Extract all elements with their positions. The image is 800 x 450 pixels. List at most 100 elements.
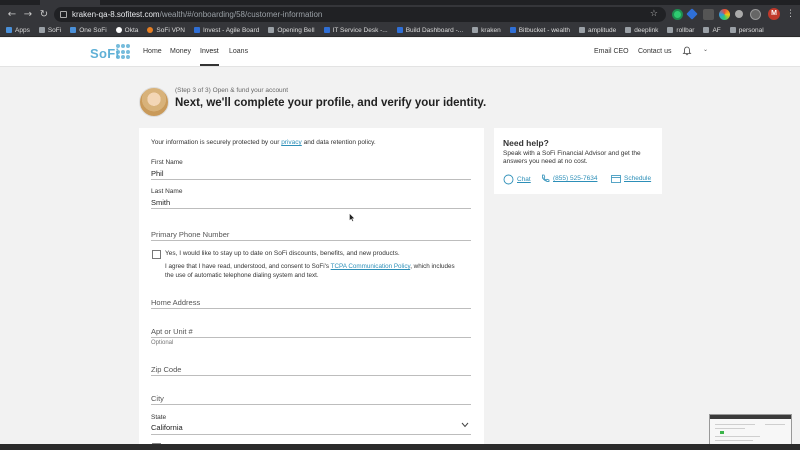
bookmark-opening-bell[interactable]: Opening Bell: [268, 27, 315, 34]
contact-us-link[interactable]: Contact us: [638, 48, 671, 55]
tcpa-policy-link[interactable]: TCPA Communication Policy: [331, 263, 411, 270]
lock-icon: [60, 11, 67, 18]
bookmark-one-sofi[interactable]: One SoFi: [70, 27, 107, 34]
sofi-logo-mark: [116, 44, 132, 60]
bookmark-deeplink[interactable]: deeplink: [625, 27, 658, 34]
bookmark-af[interactable]: AF: [703, 27, 721, 34]
forward-icon[interactable]: →: [20, 9, 36, 20]
bookmark-agile-board[interactable]: Invest - Agile Board: [193, 27, 259, 34]
schedule-link[interactable]: Schedule: [611, 174, 651, 183]
security-notice: Your information is securely protected b…: [151, 139, 376, 146]
zip-code-underline: [151, 375, 471, 376]
mouse-cursor-icon: [349, 213, 355, 222]
nav-invest[interactable]: Invest: [200, 48, 219, 55]
last-name-field[interactable]: Smith: [151, 198, 170, 207]
bookmark-sofi[interactable]: SoFi: [38, 27, 61, 34]
extension-gear-icon[interactable]: [735, 10, 743, 18]
bookmark-kraken[interactable]: kraken: [472, 27, 501, 34]
folder-icon: [729, 27, 736, 33]
folder-icon: [472, 27, 479, 33]
state-underline: [151, 434, 471, 435]
bookmark-apps[interactable]: Apps: [6, 27, 30, 34]
menu-icon[interactable]: ⋮: [786, 9, 795, 19]
extension-color-icon[interactable]: [719, 9, 730, 20]
jira-icon: [193, 27, 200, 33]
apt-unit-underline: [151, 337, 471, 338]
bookmark-bitbucket[interactable]: Bitbucket - wealth: [509, 27, 570, 34]
privacy-link[interactable]: privacy: [281, 139, 302, 146]
bookmarks-bar: Apps SoFi One SoFi Okta SoFi VPN Invest …: [0, 24, 800, 37]
jira-icon: [396, 27, 403, 33]
tcpa-consent-text: I agree that I have read, understood, an…: [165, 263, 455, 279]
bookmark-it-service-desk[interactable]: IT Service Desk -...: [323, 27, 388, 34]
phone-link[interactable]: (855) 525-7634: [541, 174, 597, 183]
customer-information-form: Your information is securely protected b…: [139, 128, 484, 450]
bookmark-personal[interactable]: personal: [729, 27, 764, 34]
extension-dark-icon[interactable]: [703, 9, 714, 20]
apps-grid-icon: [6, 27, 12, 33]
okta-icon: [115, 27, 122, 33]
help-description: Speak with a SoFi Financial Advisor and …: [503, 150, 641, 166]
phone-icon: [542, 174, 550, 182]
browser-toolbar: ← → ↻ kraken-qa-8.sofitest.com/wealth/#/…: [0, 5, 800, 24]
city-field[interactable]: City: [151, 394, 164, 403]
first-name-field[interactable]: Phil: [151, 169, 164, 178]
marketing-opt-in-checkbox[interactable]: [152, 250, 161, 259]
extension-green-icon[interactable]: [672, 9, 683, 20]
city-underline: [151, 404, 471, 405]
address-bar[interactable]: kraken-qa-8.sofitest.com/wealth/#/onboar…: [54, 7, 666, 22]
bookmark-okta[interactable]: Okta: [115, 27, 138, 34]
reload-icon[interactable]: ↻: [36, 9, 52, 20]
bookmark-icon: [70, 27, 77, 33]
phone-field[interactable]: Primary Phone Number: [151, 230, 229, 239]
folder-icon: [625, 27, 632, 33]
last-name-underline: [151, 208, 471, 209]
back-icon[interactable]: ←: [4, 9, 20, 20]
folder-icon: [703, 27, 710, 33]
help-title: Need help?: [503, 138, 549, 148]
taskbar: [0, 444, 800, 450]
first-name-label: First Name: [151, 159, 183, 166]
step-label: (Step 3 of 3) Open & fund your account: [175, 87, 289, 94]
site-header: SoFi Home Money Invest Loans Email CEO C…: [0, 38, 800, 67]
first-name-underline: [151, 179, 471, 180]
bookmark-sofi-vpn[interactable]: SoFi VPN: [147, 27, 185, 34]
extension-info-icon[interactable]: [750, 9, 761, 20]
bookmark-build-dashboard[interactable]: Build Dashboard -...: [396, 27, 463, 34]
nav-home[interactable]: Home: [143, 48, 162, 55]
home-address-underline: [151, 308, 471, 309]
chat-button[interactable]: Chat: [503, 174, 531, 185]
calendar-icon: [611, 175, 621, 183]
marketing-opt-in-label: Yes, I would like to stay up to date on …: [165, 250, 400, 257]
vpn-icon: [147, 27, 154, 33]
nav-loans[interactable]: Loans: [229, 48, 248, 55]
folder-icon: [268, 27, 275, 33]
phone-underline: [151, 240, 471, 241]
account-chevron-down-icon[interactable]: ⌄: [703, 46, 708, 53]
sofi-logo[interactable]: SoFi: [90, 46, 119, 61]
state-label: State: [151, 414, 167, 421]
bookmark-star-icon[interactable]: ☆: [650, 9, 658, 19]
apt-unit-optional-hint: Optional: [151, 340, 174, 346]
page-title: Next, we'll complete your profile, and v…: [175, 97, 487, 109]
state-select[interactable]: California: [151, 423, 183, 432]
url-path: /wealth/#/onboarding/58/customer-informa…: [159, 10, 323, 19]
home-address-field[interactable]: Home Address: [151, 298, 200, 307]
last-name-label: Last Name: [151, 188, 183, 195]
bookmark-amplitude[interactable]: amplitude: [579, 27, 616, 34]
profile-avatar[interactable]: M: [768, 8, 780, 20]
state-chevron-down-icon[interactable]: [461, 422, 469, 428]
notification-bell-icon[interactable]: [682, 46, 692, 56]
bookmark-rollbar[interactable]: rollbar: [667, 27, 694, 34]
bitbucket-icon: [509, 27, 516, 33]
jira-icon: [323, 27, 330, 33]
email-ceo-link[interactable]: Email CEO: [594, 48, 629, 55]
nav-money[interactable]: Money: [170, 48, 191, 55]
apt-unit-field[interactable]: Apt or Unit #: [151, 327, 193, 336]
folder-icon: [579, 27, 585, 33]
zip-code-field[interactable]: Zip Code: [151, 365, 181, 374]
extension-blue-icon[interactable]: [686, 8, 698, 20]
url-host: kraken-qa-8.sofitest.com: [72, 10, 160, 19]
folder-icon: [38, 27, 45, 33]
active-nav-indicator: [200, 64, 219, 66]
